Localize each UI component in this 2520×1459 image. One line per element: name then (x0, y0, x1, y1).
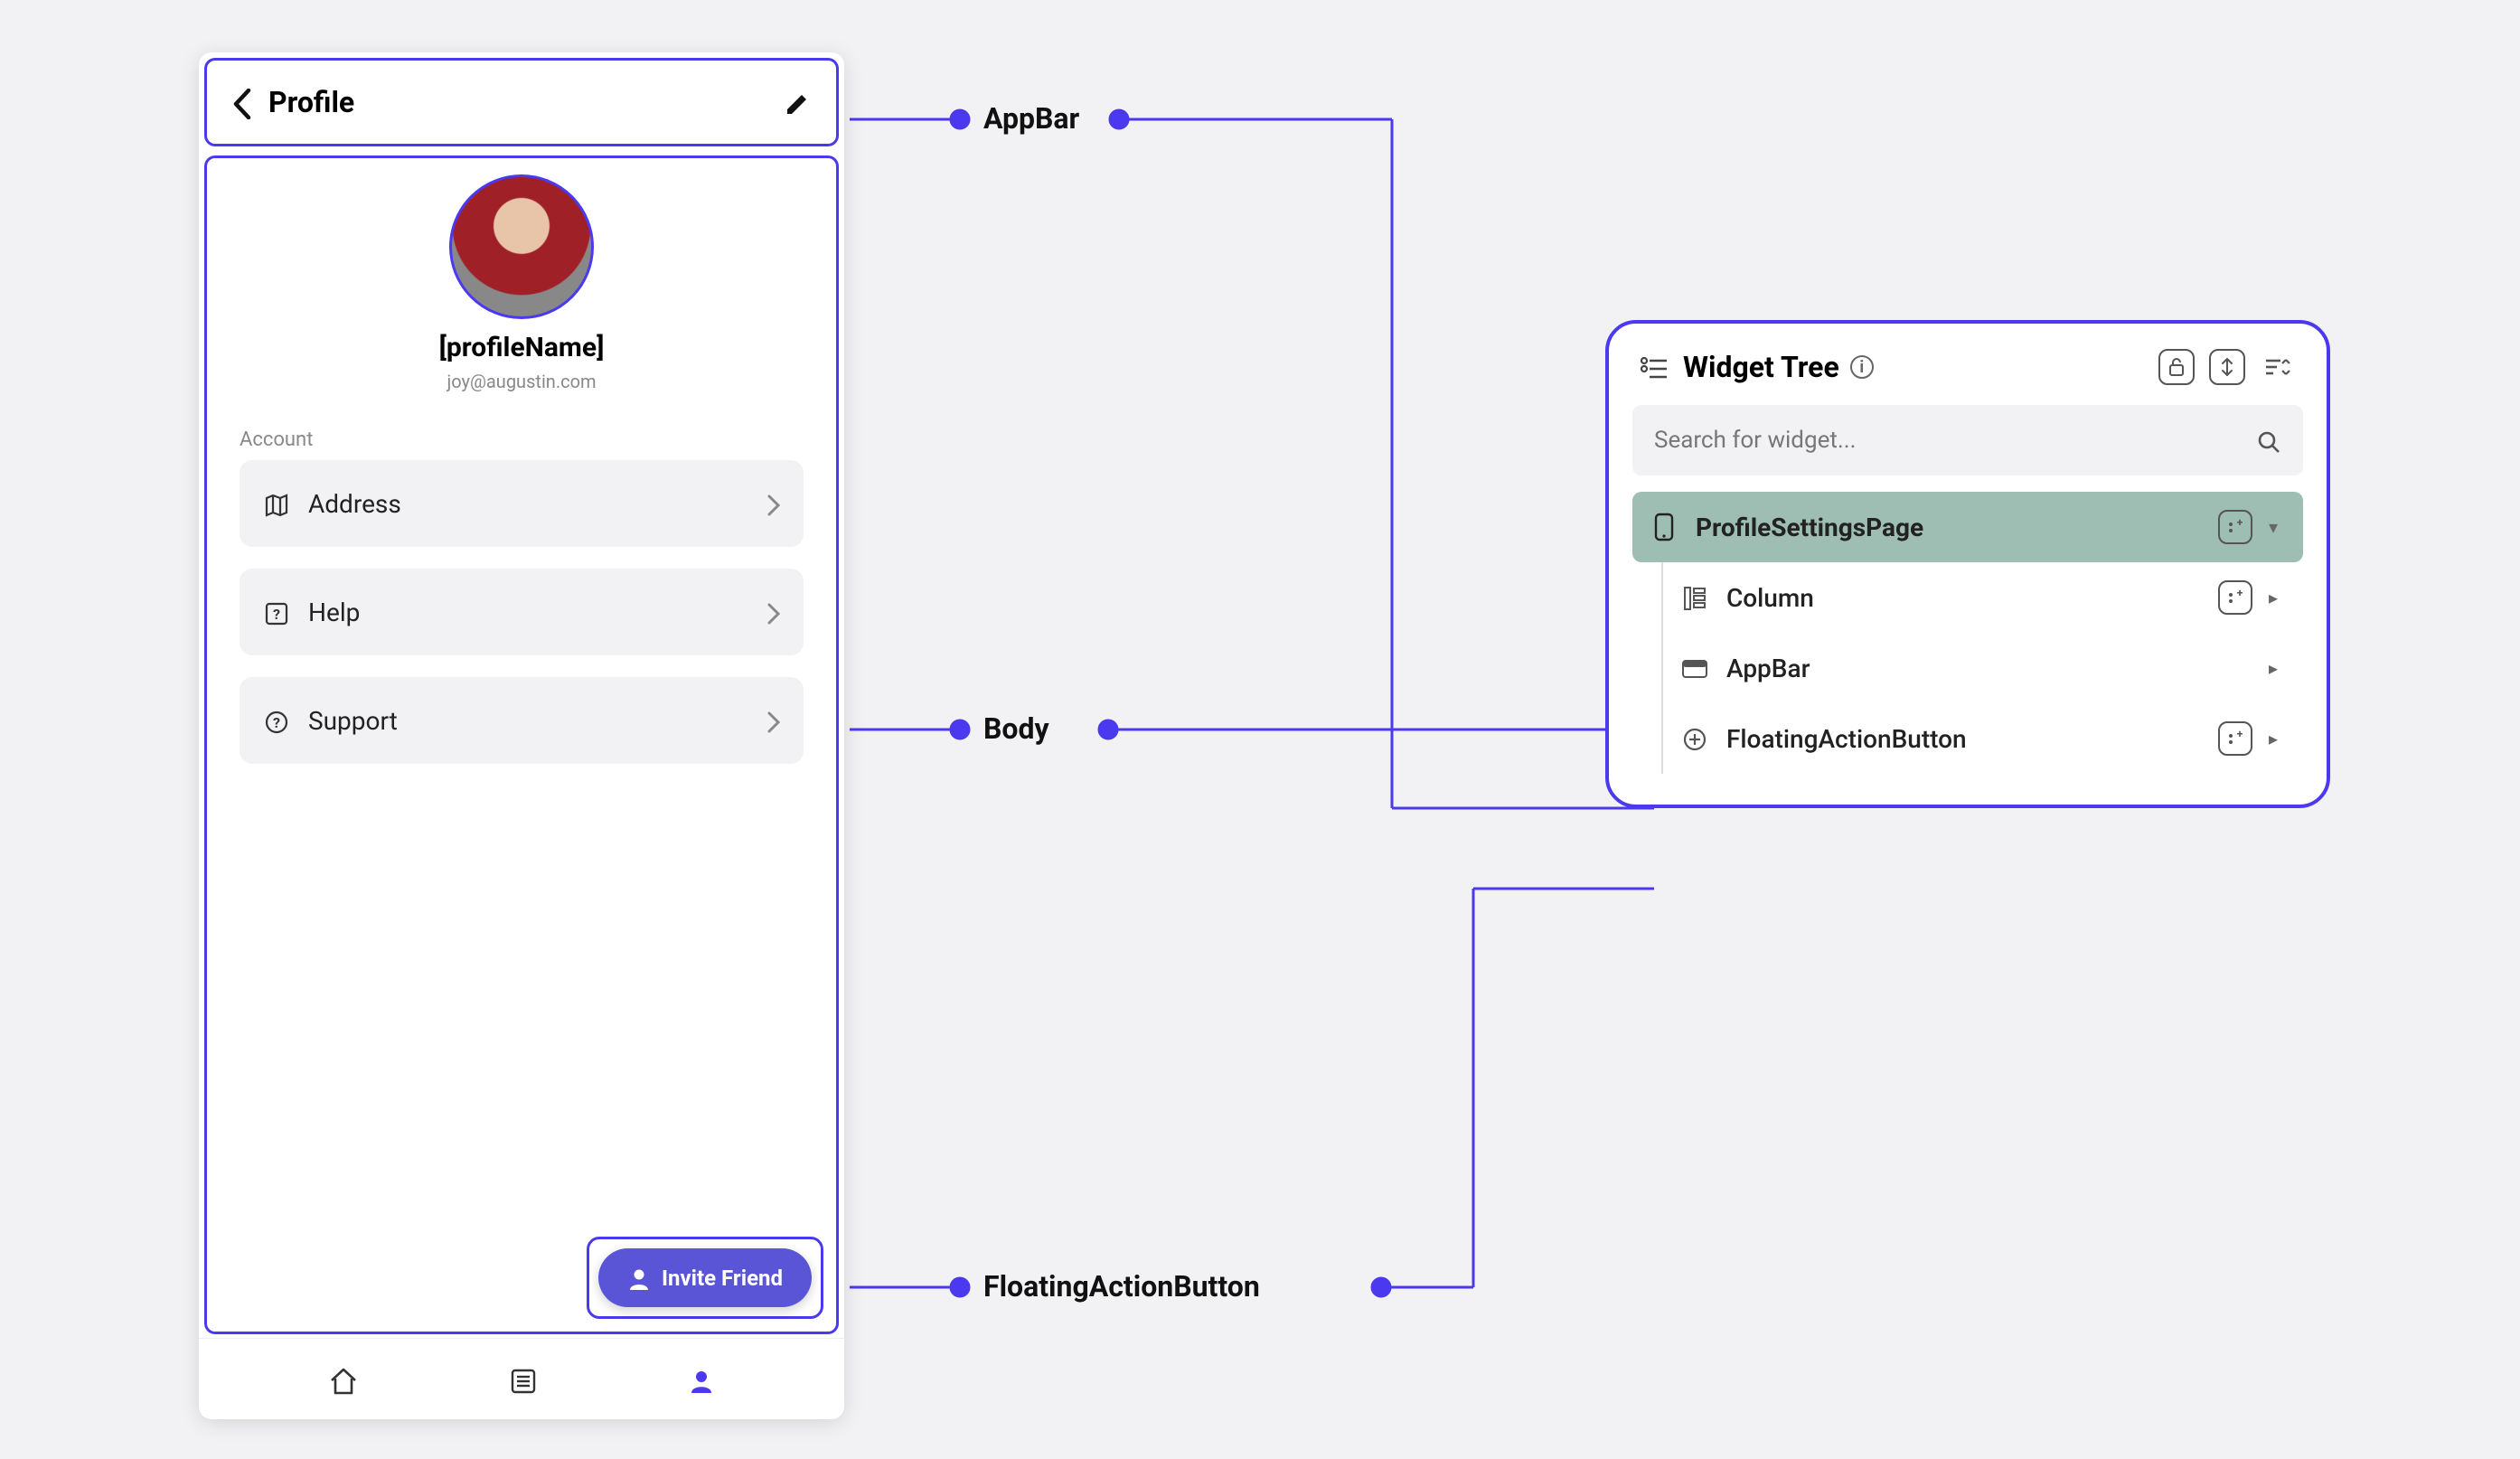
tree-row-profile-settings-page[interactable]: ProfileSettingsPage + ▾ (1632, 492, 2303, 562)
add-widget-icon[interactable]: + (2218, 580, 2252, 615)
tree-row-label: Column (1726, 583, 2202, 613)
help-square-icon: ? (263, 598, 290, 627)
row-help[interactable]: ? Help (240, 569, 804, 655)
profile-icon[interactable] (688, 1361, 715, 1398)
expand-icon[interactable] (2209, 349, 2245, 385)
list-icon[interactable] (509, 1361, 538, 1398)
panel-title-text: Widget Tree (1683, 350, 1839, 384)
tree-children: Column + ▸ AppBar ▸ FloatingActionButton (1661, 562, 2303, 774)
person-icon (627, 1265, 651, 1291)
map-icon (263, 489, 290, 519)
body: [profileName] joy@augustin.com Account A… (207, 158, 836, 1332)
avatar[interactable] (449, 174, 594, 319)
svg-text:+: + (2237, 518, 2243, 529)
svg-text:?: ? (273, 606, 280, 623)
chevron-right-icon[interactable]: ▸ (2269, 587, 2287, 608)
panel-header: Widget Tree i (1609, 349, 2327, 405)
search-placeholder: Search for widget... (1654, 427, 1856, 454)
invite-friend-fab[interactable]: Invite Friend (598, 1248, 812, 1307)
search-icon (2256, 425, 2281, 457)
appbar-title: Profile (268, 85, 767, 119)
tree-row-label: AppBar (1726, 654, 2252, 683)
row-support[interactable]: ? Support (240, 677, 804, 764)
body-annotation-frame: [profileName] joy@augustin.com Account A… (204, 155, 839, 1334)
appbar-label: AppBar (983, 101, 1079, 136)
svg-text:+: + (2237, 588, 2243, 599)
row-label: Address (308, 489, 749, 519)
tree-row-fab[interactable]: FloatingActionButton + ▸ (1663, 703, 2303, 774)
svg-text:+: + (2237, 730, 2243, 740)
chevron-right-icon[interactable]: ▸ (2269, 657, 2287, 679)
appbar-icon (1679, 654, 1710, 682)
phone-mockup: Profile [profileName] joy@augustin.com A… (199, 52, 844, 1419)
profile-name: [profileName] (240, 332, 804, 363)
back-icon[interactable] (232, 82, 252, 122)
add-widget-icon[interactable]: + (2218, 510, 2252, 544)
appbar: Profile (207, 61, 836, 144)
tree-icon (1640, 352, 1669, 383)
chevron-right-icon (767, 597, 780, 628)
body-label: Body (983, 711, 1049, 746)
phone-icon (1649, 513, 1679, 541)
tree: ProfileSettingsPage + ▾ Column + ▸ (1609, 492, 2327, 774)
fab-label: FloatingActionButton (983, 1269, 1260, 1304)
row-address[interactable]: Address (240, 460, 804, 547)
fab-label: Invite Friend (662, 1266, 783, 1291)
sort-icon[interactable] (2260, 349, 2296, 385)
help-circle-icon: ? (263, 706, 290, 736)
tree-row-label: FloatingActionButton (1726, 724, 2202, 754)
profile-email: joy@augustin.com (240, 371, 804, 392)
chevron-down-icon[interactable]: ▾ (2269, 516, 2287, 538)
row-label: Support (308, 706, 749, 736)
chevron-right-icon (767, 488, 780, 520)
widget-tree-panel: Widget Tree i Search for widget... Profi… (1605, 320, 2330, 808)
info-icon[interactable]: i (1850, 355, 1874, 379)
fab-annotation-frame: Invite Friend (587, 1237, 823, 1319)
section-label-account: Account (240, 428, 804, 451)
plus-circle-icon (1679, 725, 1710, 752)
bottom-nav (199, 1338, 844, 1419)
lock-icon[interactable] (2158, 349, 2195, 385)
row-label: Help (308, 598, 749, 627)
chevron-right-icon (767, 705, 780, 737)
panel-title: Widget Tree i (1683, 350, 2144, 384)
tree-row-appbar[interactable]: AppBar ▸ (1663, 633, 2303, 703)
tree-row-label: ProfileSettingsPage (1696, 513, 2202, 542)
search-input[interactable]: Search for widget... (1632, 405, 2303, 475)
tree-row-column[interactable]: Column + ▸ (1663, 562, 2303, 633)
add-widget-icon[interactable]: + (2218, 721, 2252, 756)
chevron-right-icon[interactable]: ▸ (2269, 728, 2287, 749)
edit-icon[interactable] (784, 87, 811, 118)
svg-text:?: ? (273, 714, 280, 731)
appbar-annotation-frame: Profile (204, 58, 839, 146)
home-icon[interactable] (328, 1361, 359, 1398)
column-icon (1679, 584, 1710, 611)
